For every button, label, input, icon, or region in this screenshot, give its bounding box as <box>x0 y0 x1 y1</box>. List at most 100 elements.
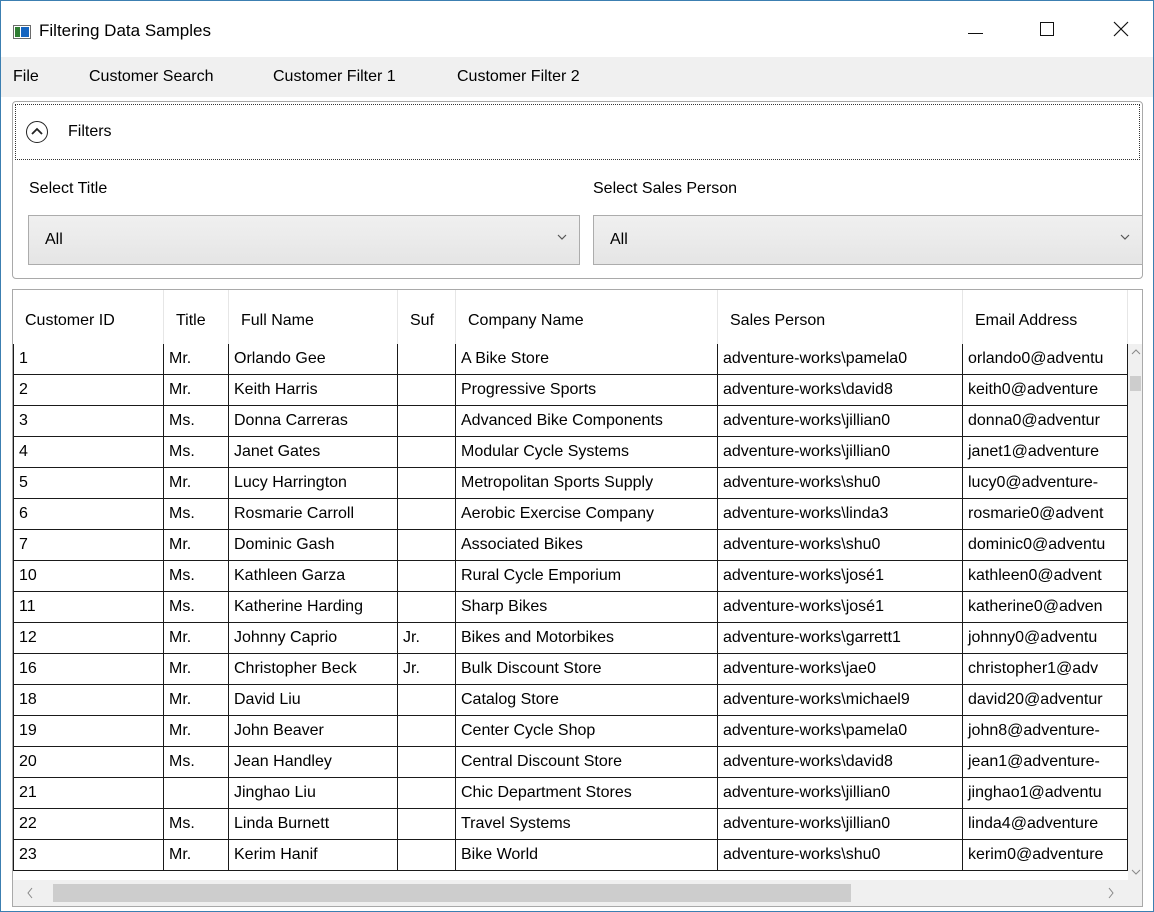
cell-full-name[interactable]: Kathleen Garza <box>229 561 398 592</box>
cell-customer-id[interactable]: 6 <box>13 499 164 530</box>
cell-title[interactable]: Mr. <box>164 716 229 747</box>
table-row[interactable]: 3 Ms. Donna Carreras Advanced Bike Componen… <box>13 406 1128 437</box>
cell-email-address[interactable]: keith0@adventure <box>963 375 1128 406</box>
cell-title[interactable]: Mr. <box>164 623 229 654</box>
title-bar[interactable]: Filtering Data Samples <box>1 1 1153 57</box>
cell-company-name[interactable]: Bike World <box>456 840 718 871</box>
table-row[interactable]: 1 Mr. Orlando Gee A Bike Store adventure-wor… <box>13 344 1128 375</box>
cell-full-name[interactable]: Rosmarie Carroll <box>229 499 398 530</box>
cell-email-address[interactable]: david20@adventur <box>963 685 1128 716</box>
scroll-up-icon[interactable] <box>1128 344 1142 360</box>
cell-sales-person[interactable]: adventure-works\jillian0 <box>718 778 963 809</box>
cell-customer-id[interactable]: 2 <box>13 375 164 406</box>
vertical-scrollbar[interactable] <box>1128 344 1142 880</box>
cell-title[interactable]: Ms. <box>164 437 229 468</box>
horizontal-scrollbar[interactable] <box>13 880 1128 906</box>
cell-suffix[interactable] <box>398 809 456 840</box>
cell-sales-person[interactable]: adventure-works\shu0 <box>718 468 963 499</box>
cell-company-name[interactable]: Travel Systems <box>456 809 718 840</box>
cell-customer-id[interactable]: 11 <box>13 592 164 623</box>
cell-customer-id[interactable]: 10 <box>13 561 164 592</box>
cell-suffix[interactable] <box>398 468 456 499</box>
minimize-button[interactable] <box>945 1 1005 57</box>
cell-company-name[interactable]: Rural Cycle Emporium <box>456 561 718 592</box>
cell-sales-person[interactable]: adventure-works\pamela0 <box>718 344 963 375</box>
horizontal-scroll-thumb[interactable] <box>53 884 851 902</box>
cell-full-name[interactable]: Janet Gates <box>229 437 398 468</box>
cell-title[interactable]: Ms. <box>164 561 229 592</box>
column-header-full-name[interactable]: Full Name <box>229 290 398 344</box>
cell-company-name[interactable]: Bikes and Motorbikes <box>456 623 718 654</box>
cell-suffix[interactable] <box>398 344 456 375</box>
cell-email-address[interactable]: john8@adventure- <box>963 716 1128 747</box>
cell-suffix[interactable] <box>398 406 456 437</box>
cell-title[interactable]: Mr. <box>164 530 229 561</box>
cell-customer-id[interactable]: 20 <box>13 747 164 778</box>
cell-full-name[interactable]: Lucy Harrington <box>229 468 398 499</box>
cell-sales-person[interactable]: adventure-works\jillian0 <box>718 406 963 437</box>
column-header-customer-id[interactable]: Customer ID <box>13 290 164 344</box>
cell-sales-person[interactable]: adventure-works\jillian0 <box>718 809 963 840</box>
cell-company-name[interactable]: Aerobic Exercise Company <box>456 499 718 530</box>
cell-title[interactable]: Mr. <box>164 840 229 871</box>
cell-suffix[interactable] <box>398 592 456 623</box>
cell-title[interactable]: Mr. <box>164 685 229 716</box>
table-row[interactable]: 6 Ms. Rosmarie Carroll Aerobic Exercise Com… <box>13 499 1128 530</box>
cell-sales-person[interactable]: adventure-works\david8 <box>718 375 963 406</box>
cell-customer-id[interactable]: 21 <box>13 778 164 809</box>
cell-customer-id[interactable]: 18 <box>13 685 164 716</box>
cell-email-address[interactable]: dominic0@adventu <box>963 530 1128 561</box>
scroll-right-icon[interactable] <box>1098 880 1124 906</box>
cell-sales-person[interactable]: adventure-works\shu0 <box>718 840 963 871</box>
cell-customer-id[interactable]: 16 <box>13 654 164 685</box>
cell-title[interactable]: Mr. <box>164 468 229 499</box>
cell-full-name[interactable]: Dominic Gash <box>229 530 398 561</box>
cell-sales-person[interactable]: adventure-works\linda3 <box>718 499 963 530</box>
cell-sales-person[interactable]: adventure-works\josé1 <box>718 561 963 592</box>
cell-sales-person[interactable]: adventure-works\jillian0 <box>718 437 963 468</box>
cell-email-address[interactable]: kathleen0@advent <box>963 561 1128 592</box>
cell-full-name[interactable]: Linda Burnett <box>229 809 398 840</box>
cell-email-address[interactable]: johnny0@adventu <box>963 623 1128 654</box>
cell-company-name[interactable]: Metropolitan Sports Supply <box>456 468 718 499</box>
cell-email-address[interactable]: linda4@adventure <box>963 809 1128 840</box>
cell-suffix[interactable] <box>398 840 456 871</box>
cell-suffix[interactable] <box>398 716 456 747</box>
cell-suffix[interactable] <box>398 747 456 778</box>
cell-customer-id[interactable]: 3 <box>13 406 164 437</box>
cell-company-name[interactable]: Bulk Discount Store <box>456 654 718 685</box>
table-row[interactable]: 20 Ms. Jean Handley Central Discount Store a… <box>13 747 1128 778</box>
cell-full-name[interactable]: Christopher Beck <box>229 654 398 685</box>
scroll-down-icon[interactable] <box>1128 864 1142 880</box>
cell-title[interactable]: Ms. <box>164 592 229 623</box>
column-header-email-address[interactable]: Email Address <box>963 290 1128 344</box>
cell-suffix[interactable] <box>398 685 456 716</box>
cell-sales-person[interactable]: adventure-works\josé1 <box>718 592 963 623</box>
column-header-sales-person[interactable]: Sales Person <box>718 290 963 344</box>
cell-full-name[interactable]: Johnny Caprio <box>229 623 398 654</box>
cell-title[interactable]: Mr. <box>164 344 229 375</box>
menu-file[interactable]: File <box>13 68 39 86</box>
cell-full-name[interactable]: Jean Handley <box>229 747 398 778</box>
table-row[interactable]: 10 Ms. Kathleen Garza Rural Cycle Emporium a… <box>13 561 1128 592</box>
cell-title[interactable]: Mr. <box>164 654 229 685</box>
menu-customer-search[interactable]: Customer Search <box>89 68 214 86</box>
cell-company-name[interactable]: Modular Cycle Systems <box>456 437 718 468</box>
cell-title[interactable]: Mr. <box>164 375 229 406</box>
column-header-title[interactable]: Title <box>164 290 229 344</box>
cell-company-name[interactable]: Associated Bikes <box>456 530 718 561</box>
table-row[interactable]: 4 Ms. Janet Gates Modular Cycle Systems adve… <box>13 437 1128 468</box>
table-row[interactable]: 23 Mr. Kerim Hanif Bike World adventure-work… <box>13 840 1128 871</box>
table-row[interactable]: 2 Mr. Keith Harris Progressive Sports advent… <box>13 375 1128 406</box>
cell-company-name[interactable]: Sharp Bikes <box>456 592 718 623</box>
cell-customer-id[interactable]: 23 <box>13 840 164 871</box>
cell-email-address[interactable]: jean1@adventure- <box>963 747 1128 778</box>
cell-email-address[interactable]: kerim0@adventure <box>963 840 1128 871</box>
table-row[interactable]: 21 Jinghao Liu Chic Department Stores adven… <box>13 778 1128 809</box>
table-row[interactable]: 18 Mr. David Liu Catalog Store adventure-wor… <box>13 685 1128 716</box>
table-row[interactable]: 7 Mr. Dominic Gash Associated Bikes adventur… <box>13 530 1128 561</box>
cell-company-name[interactable]: Progressive Sports <box>456 375 718 406</box>
cell-suffix[interactable] <box>398 778 456 809</box>
cell-email-address[interactable]: lucy0@adventure- <box>963 468 1128 499</box>
cell-email-address[interactable]: rosmarie0@advent <box>963 499 1128 530</box>
